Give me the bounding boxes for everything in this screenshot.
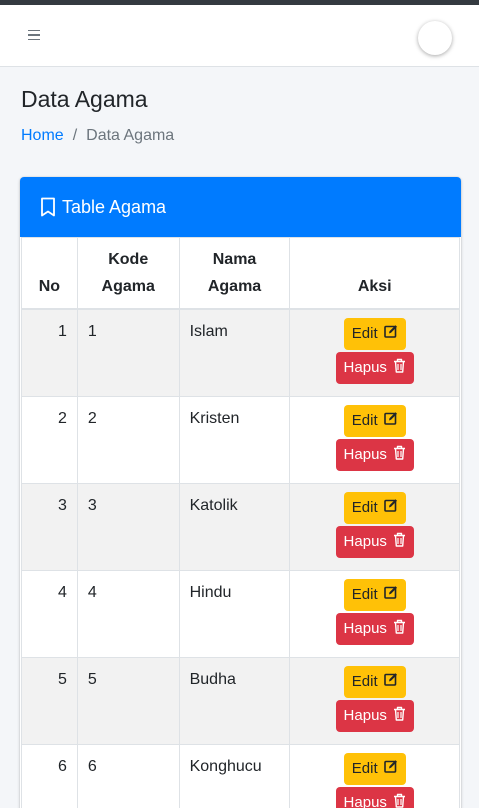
edit-button[interactable]: Edit bbox=[343, 666, 406, 698]
edit-button-label: Edit bbox=[351, 760, 378, 777]
table-row: 4 4 Hindu Edit Hapus bbox=[21, 570, 460, 658]
cell-nama-agama: Konghucu bbox=[178, 744, 291, 808]
edit-button[interactable]: Edit bbox=[343, 492, 406, 524]
breadcrumb-home-link[interactable]: Home bbox=[21, 127, 64, 145]
hapus-button-label: Hapus bbox=[343, 533, 387, 550]
table-row: 5 5 Budha Edit Hapus bbox=[21, 657, 460, 745]
cell-nama-agama: Hindu bbox=[178, 570, 291, 658]
trash-icon bbox=[393, 793, 406, 808]
edit-button[interactable]: Edit bbox=[343, 405, 406, 437]
cell-nama-agama: Kristen bbox=[178, 396, 291, 484]
edit-icon bbox=[383, 324, 398, 344]
breadcrumb: Home / Data Agama bbox=[21, 127, 174, 145]
hapus-button[interactable]: Hapus bbox=[335, 787, 414, 808]
table-header-row: No Kode Agama Nama Agama Aksi bbox=[21, 237, 460, 310]
edit-icon bbox=[383, 411, 398, 431]
edit-button-label: Edit bbox=[351, 412, 378, 429]
edit-button-label: Edit bbox=[351, 499, 378, 516]
edit-button[interactable]: Edit bbox=[343, 318, 406, 350]
header-nama-agama: Nama Agama bbox=[178, 237, 291, 310]
trash-icon bbox=[393, 619, 406, 640]
edit-icon bbox=[383, 672, 398, 692]
hapus-button[interactable]: Hapus bbox=[335, 526, 414, 558]
breadcrumb-separator: / bbox=[72, 127, 78, 144]
edit-button[interactable]: Edit bbox=[343, 579, 406, 611]
page-title: Data Agama bbox=[21, 86, 148, 112]
header-no: No bbox=[21, 237, 78, 310]
edit-icon bbox=[383, 585, 398, 605]
cell-kode-agama: 5 bbox=[76, 657, 180, 745]
user-avatar[interactable] bbox=[418, 21, 452, 55]
cell-no: 2 bbox=[21, 396, 78, 484]
cell-no: 6 bbox=[21, 744, 78, 808]
table-row: 2 2 Kristen Edit Hapus bbox=[21, 396, 460, 484]
trash-icon bbox=[393, 358, 406, 379]
edit-icon bbox=[383, 498, 398, 518]
hapus-button-label: Hapus bbox=[343, 620, 387, 637]
hapus-button[interactable]: Hapus bbox=[335, 613, 414, 645]
cell-aksi: Edit Hapus bbox=[289, 570, 460, 658]
table-row: 6 6 Konghucu Edit Hapus bbox=[21, 744, 460, 808]
table-card: Table Agama No Kode Agama Nama Agama Aks… bbox=[20, 177, 461, 808]
cell-no: 1 bbox=[21, 308, 78, 397]
cell-aksi: Edit Hapus bbox=[289, 744, 460, 808]
agama-table: No Kode Agama Nama Agama Aksi 1 1 Islam Edi… bbox=[21, 237, 460, 808]
cell-no: 5 bbox=[21, 657, 78, 745]
cell-nama-agama: Islam bbox=[178, 308, 291, 397]
cell-nama-agama: Budha bbox=[178, 657, 291, 745]
cell-aksi: Edit Hapus bbox=[289, 396, 460, 484]
cell-aksi: Edit Hapus bbox=[289, 657, 460, 745]
edit-icon bbox=[383, 759, 398, 779]
bookmark-icon bbox=[40, 197, 56, 217]
trash-icon bbox=[393, 706, 406, 727]
hapus-button-label: Hapus bbox=[343, 446, 387, 463]
table-row: 1 1 Islam Edit Hapus bbox=[21, 308, 460, 397]
cell-no: 3 bbox=[21, 483, 78, 571]
hapus-button[interactable]: Hapus bbox=[335, 352, 414, 384]
cell-aksi: Edit Hapus bbox=[289, 308, 460, 397]
navbar bbox=[0, 5, 479, 67]
header-kode-agama: Kode Agama bbox=[76, 237, 180, 310]
hapus-button[interactable]: Hapus bbox=[335, 439, 414, 471]
trash-icon bbox=[393, 445, 406, 466]
card-header: Table Agama bbox=[20, 177, 461, 237]
table-row: 3 3 Katolik Edit Hapus bbox=[21, 483, 460, 571]
trash-icon bbox=[393, 532, 406, 553]
header-aksi: Aksi bbox=[289, 237, 460, 310]
cell-nama-agama: Katolik bbox=[178, 483, 291, 571]
breadcrumb-current: Data Agama bbox=[86, 127, 175, 144]
cell-kode-agama: 6 bbox=[76, 744, 180, 808]
edit-button-label: Edit bbox=[351, 325, 378, 342]
card-title: Table Agama bbox=[62, 196, 167, 217]
cell-kode-agama: 1 bbox=[76, 308, 180, 397]
hamburger-menu-icon[interactable] bbox=[28, 25, 48, 45]
cell-kode-agama: 4 bbox=[76, 570, 180, 658]
hapus-button-label: Hapus bbox=[343, 794, 387, 808]
edit-button-label: Edit bbox=[351, 673, 378, 690]
hapus-button-label: Hapus bbox=[343, 359, 387, 376]
cell-kode-agama: 3 bbox=[76, 483, 180, 571]
edit-button-label: Edit bbox=[351, 586, 378, 603]
cell-kode-agama: 2 bbox=[76, 396, 180, 484]
cell-no: 4 bbox=[21, 570, 78, 658]
cell-aksi: Edit Hapus bbox=[289, 483, 460, 571]
hapus-button[interactable]: Hapus bbox=[335, 700, 414, 732]
edit-button[interactable]: Edit bbox=[343, 753, 406, 785]
hapus-button-label: Hapus bbox=[343, 707, 387, 724]
